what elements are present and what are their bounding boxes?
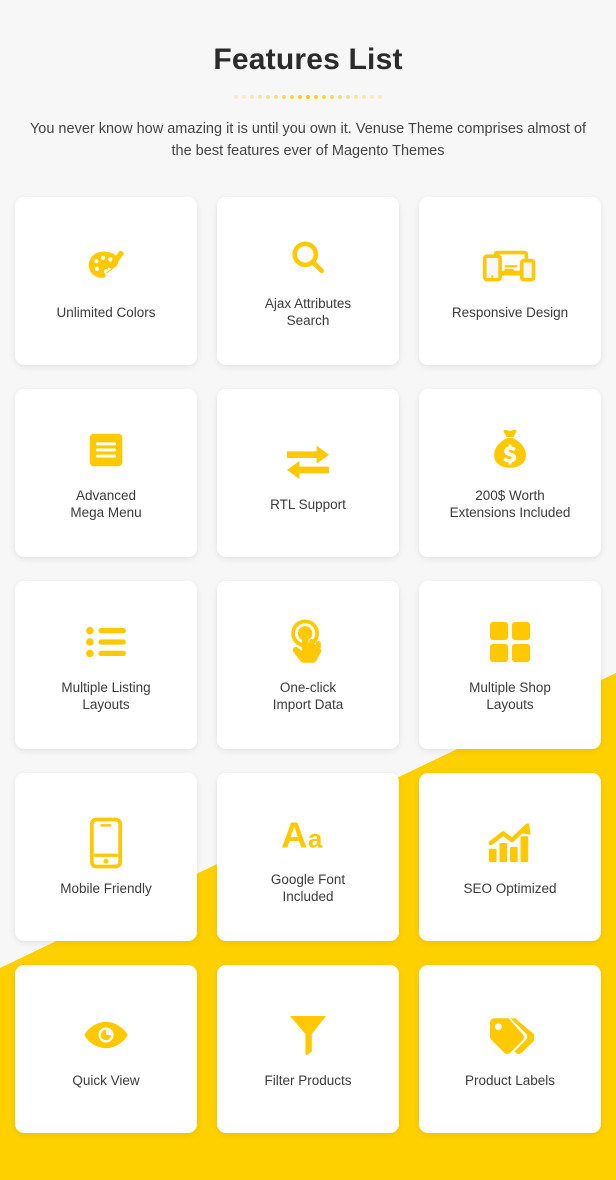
- feature-label: Multiple Shop Layouts: [469, 680, 551, 712]
- feature-card-responsive-devices[interactable]: Responsive Design: [419, 197, 601, 365]
- divider-dot: [370, 95, 374, 99]
- feature-label: RTL Support: [270, 496, 346, 512]
- feature-label: SEO Optimized: [463, 880, 557, 896]
- exchange-arrows-icon: [283, 430, 333, 488]
- divider-dot: [330, 95, 334, 99]
- menu-block-icon: [83, 421, 129, 479]
- divider-dot: [266, 95, 270, 99]
- bulleted-list-icon: [84, 613, 128, 671]
- feature-card-menu-block[interactable]: Advanced Mega Menu: [15, 389, 197, 557]
- growth-chart-icon: [486, 814, 534, 872]
- hand-pointer-icon: [284, 613, 332, 671]
- divider-dot: [242, 95, 246, 99]
- feature-label: Multiple Listing Layouts: [61, 680, 151, 712]
- feature-card-tags[interactable]: Product Labels: [419, 965, 601, 1133]
- divider-dot: [282, 95, 286, 99]
- feature-card-bulleted-list[interactable]: Multiple Listing Layouts: [15, 581, 197, 749]
- feature-label: Filter Products: [264, 1072, 352, 1088]
- responsive-devices-icon: [482, 238, 538, 296]
- feature-label: Quick View: [72, 1072, 140, 1088]
- feature-card-search[interactable]: Ajax Attributes Search: [217, 197, 399, 365]
- svg-text:a: a: [308, 825, 323, 853]
- feature-card-eye[interactable]: Quick View: [15, 965, 197, 1133]
- typography-aa-icon: A a: [280, 805, 336, 863]
- feature-card-typography-aa[interactable]: A a Google Font Included: [217, 773, 399, 941]
- feature-label: 200$ Worth Extensions Included: [449, 488, 571, 520]
- feature-label: One-click Import Data: [272, 680, 344, 712]
- divider-dot: [306, 95, 310, 99]
- tags-icon: [486, 1006, 534, 1064]
- mobile-phone-icon: [90, 814, 122, 872]
- feature-card-hand-pointer[interactable]: One-click Import Data: [217, 581, 399, 749]
- divider-dot: [322, 95, 326, 99]
- feature-card-funnel[interactable]: Filter Products: [217, 965, 399, 1133]
- divider-dot: [362, 95, 366, 99]
- dot-divider: [230, 92, 386, 102]
- feature-label: Responsive Design: [451, 304, 569, 320]
- feature-label: Ajax Attributes Search: [264, 296, 352, 328]
- divider-dot: [274, 95, 278, 99]
- feature-card-mobile-phone[interactable]: Mobile Friendly: [15, 773, 197, 941]
- divider-dot: [354, 95, 358, 99]
- divider-dot: [250, 95, 254, 99]
- funnel-icon: [289, 1006, 327, 1064]
- feature-card-money-bag[interactable]: 200$ Worth Extensions Included: [419, 389, 601, 557]
- divider-dot: [290, 95, 294, 99]
- feature-card-growth-chart[interactable]: SEO Optimized: [419, 773, 601, 941]
- divider-dot: [346, 95, 350, 99]
- money-bag-icon: [487, 421, 533, 479]
- features-grid: Unlimited Colors Ajax Attributes Search R…: [15, 162, 601, 1133]
- page-header: Features List You never know how amazing…: [0, 0, 616, 162]
- divider-dot: [234, 95, 238, 99]
- feature-label: Unlimited Colors: [56, 304, 156, 320]
- grid-squares-icon: [488, 613, 532, 671]
- divider-dot: [378, 95, 382, 99]
- search-icon: [286, 229, 330, 287]
- palette-icon: [83, 238, 129, 296]
- page-subtitle: You never know how amazing it is until y…: [29, 121, 587, 159]
- divider-dot: [338, 95, 342, 99]
- svg-text:A: A: [281, 814, 307, 855]
- feature-card-palette[interactable]: Unlimited Colors: [15, 197, 197, 365]
- page-title: Features List: [213, 43, 403, 76]
- feature-label: Google Font Included: [270, 872, 346, 904]
- feature-label: Product Labels: [464, 1072, 556, 1088]
- divider-dot: [258, 95, 262, 99]
- feature-card-exchange-arrows[interactable]: RTL Support: [217, 389, 399, 557]
- divider-dot: [314, 95, 318, 99]
- feature-label: Mobile Friendly: [60, 880, 152, 896]
- feature-label: Advanced Mega Menu: [70, 488, 142, 520]
- feature-card-grid-squares[interactable]: Multiple Shop Layouts: [419, 581, 601, 749]
- eye-icon: [83, 1006, 129, 1064]
- divider-dot: [298, 95, 302, 99]
